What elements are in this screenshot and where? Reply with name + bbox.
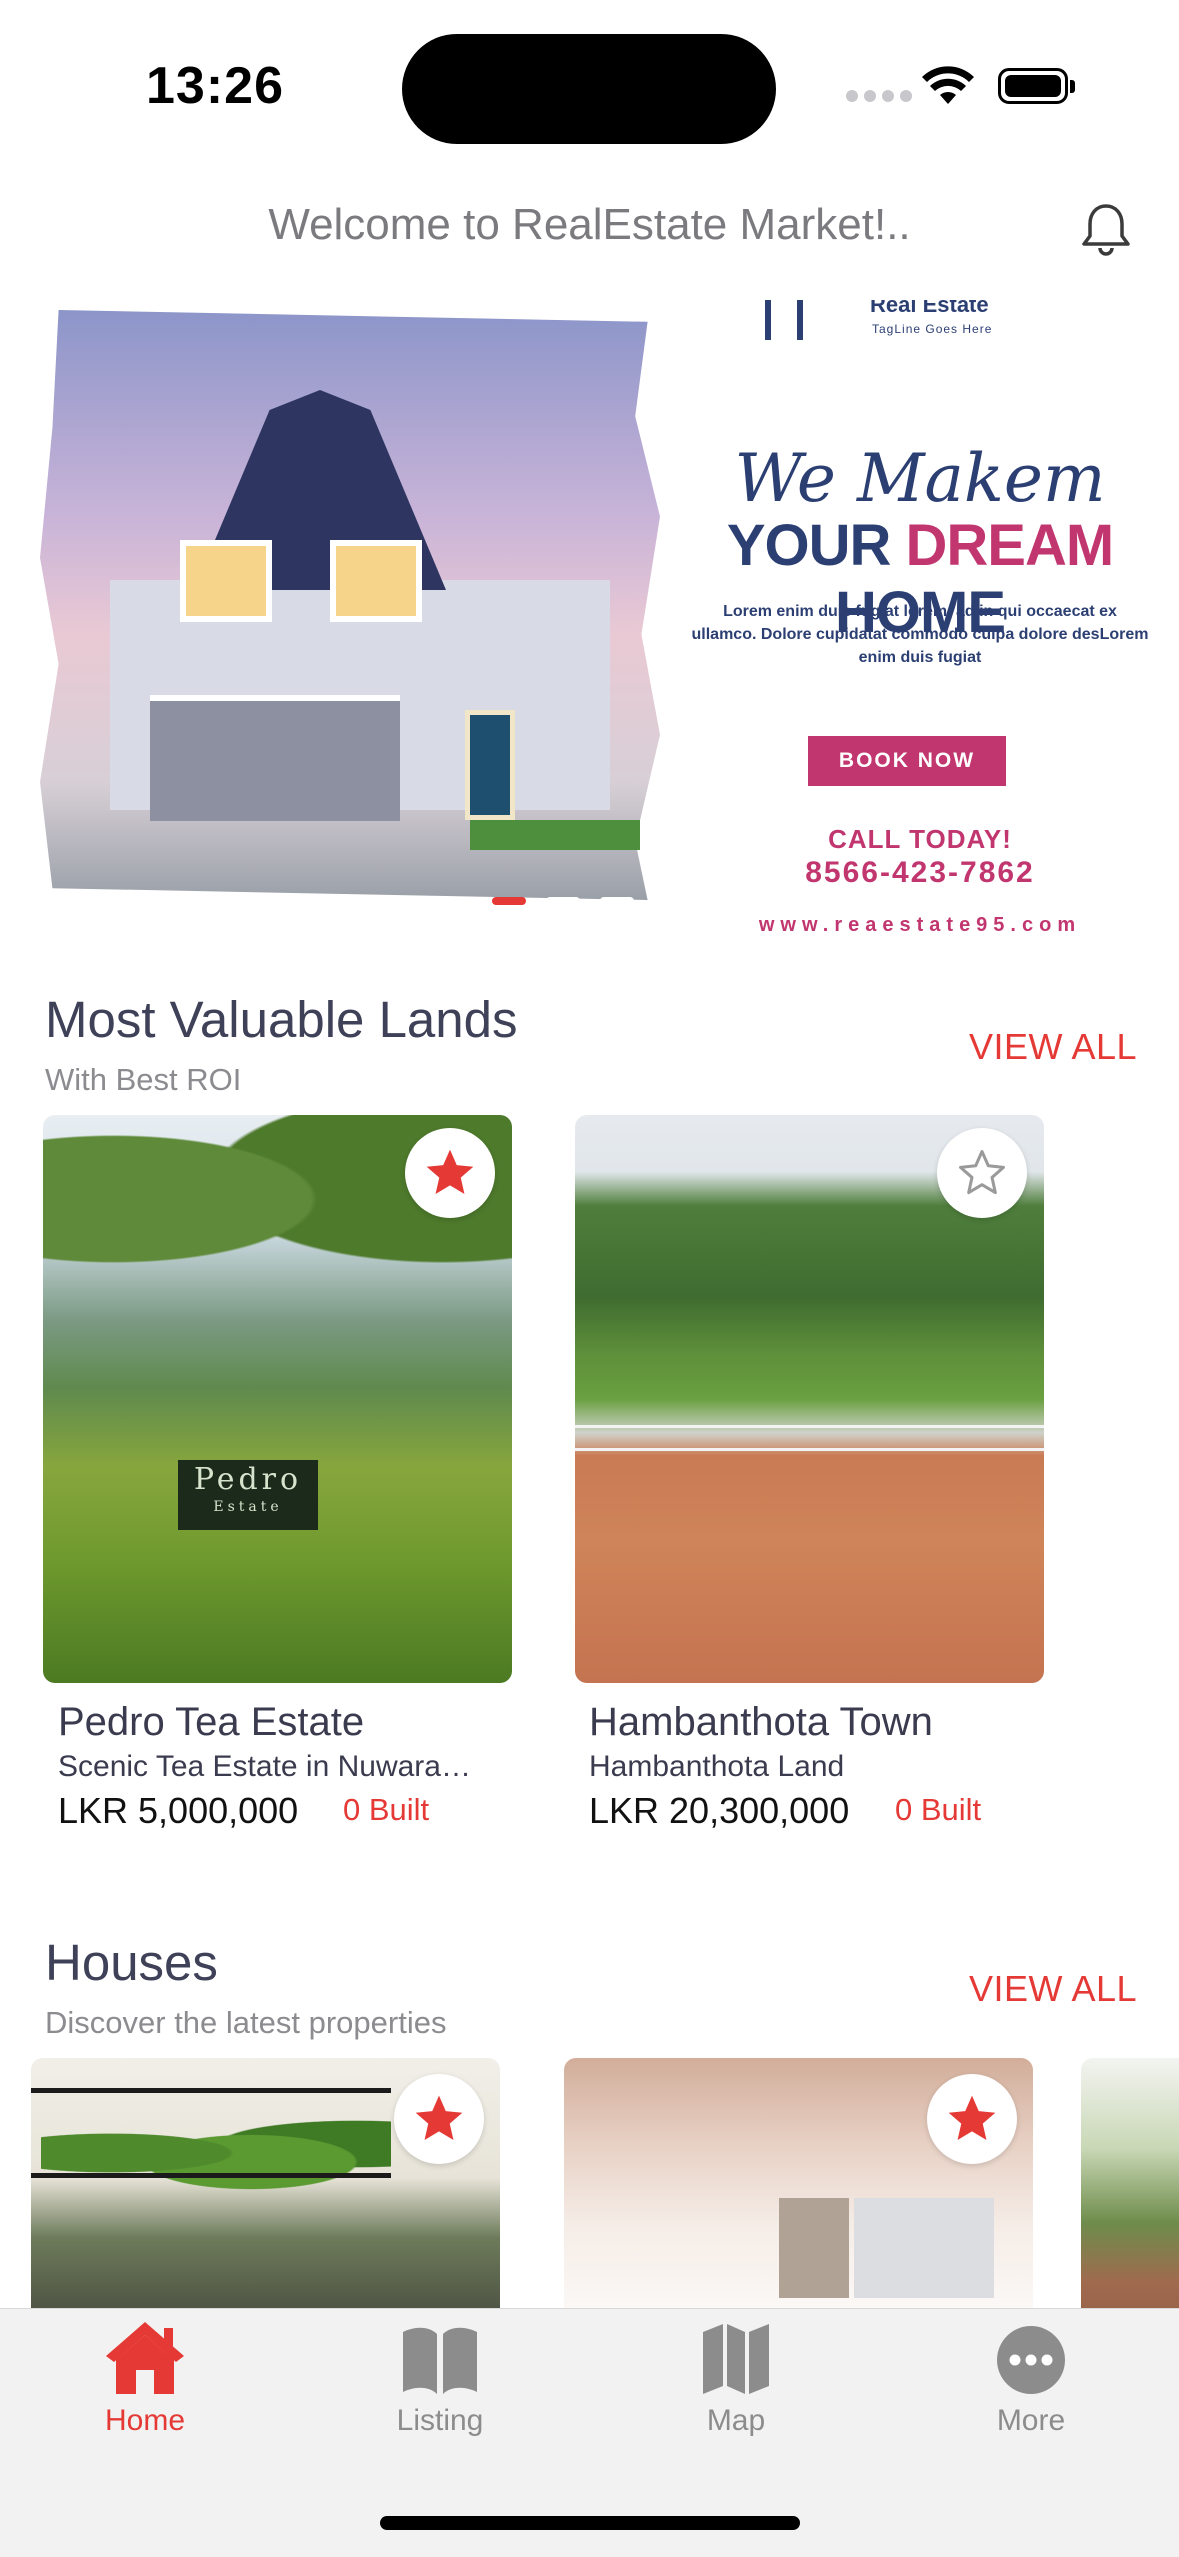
- wifi-icon: [920, 66, 976, 111]
- estate-sign-text: Pedro: [193, 1462, 303, 1497]
- house-window: [180, 540, 272, 622]
- tab-label: Listing: [396, 2404, 484, 2437]
- land-card-image[interactable]: Pedro Estate: [43, 1115, 512, 1683]
- banner-script-text: We Makem: [734, 440, 1106, 517]
- welcome-title: Welcome to RealEstate Market!..: [268, 200, 911, 249]
- houses-section-subtitle: Discover the latest properties: [45, 2005, 447, 2040]
- banner-logo-icon: [765, 300, 803, 340]
- tab-listing[interactable]: Listing: [340, 2318, 540, 2438]
- house-balcony-rail: [31, 2088, 391, 2178]
- dynamic-island: [402, 34, 776, 144]
- tab-more[interactable]: More: [931, 2318, 1131, 2438]
- status-time: 13:26: [146, 57, 284, 115]
- star-filled-icon: [426, 1149, 474, 1194]
- land-card-subtitle: Scenic Tea Estate in Nuwara…: [58, 1750, 471, 1783]
- house-window: [330, 540, 422, 622]
- house-door: [465, 710, 515, 820]
- headline-your: YOUR: [726, 513, 906, 578]
- star-filled-icon: [415, 2095, 463, 2140]
- banner-phone: 8566-423-7862: [805, 856, 1035, 889]
- lands-view-all-link[interactable]: VIEW ALL: [969, 1026, 1137, 1068]
- tab-label: Map: [706, 2404, 766, 2437]
- tab-map[interactable]: Map: [636, 2318, 836, 2438]
- lands-section-title: Most Valuable Lands: [45, 991, 518, 1048]
- room-curtain: [779, 2198, 849, 2298]
- cellular-signal-icon: [846, 90, 912, 102]
- carousel-dot[interactable]: [546, 897, 580, 905]
- tab-home[interactable]: Home: [45, 2318, 245, 2438]
- headline-dream: DREAM: [905, 513, 1115, 578]
- house-garage: [150, 695, 400, 821]
- map-icon: [703, 2324, 769, 2394]
- carousel-dot[interactable]: [600, 897, 634, 905]
- banner-logo-text: Real Estate: [870, 300, 989, 317]
- tab-label: Home: [104, 2404, 186, 2437]
- land-card-subtitle: Hambanthota Land: [589, 1750, 845, 1783]
- notification-bell-icon[interactable]: [1076, 200, 1136, 265]
- banner-call-today: CALL TODAY!: [828, 824, 1012, 854]
- houses-view-all-link[interactable]: VIEW ALL: [969, 1968, 1137, 2010]
- land-card-title[interactable]: Pedro Tea Estate: [58, 1700, 364, 1745]
- banner-tagline: TagLine Goes Here: [872, 322, 993, 336]
- favorite-star-button[interactable]: [405, 1128, 495, 1218]
- carousel-pagination[interactable]: [492, 897, 634, 905]
- book-icon: [403, 2327, 477, 2394]
- land-card-price: LKR 5,000,000: [58, 1790, 299, 1831]
- land-card-built-count: 0 Built: [343, 1792, 430, 1827]
- home-indicator[interactable]: [380, 2516, 800, 2530]
- land-card-price: LKR 20,300,000: [589, 1790, 850, 1831]
- more-icon: [997, 2326, 1065, 2394]
- room-window: [854, 2198, 994, 2298]
- land-fence: [575, 1425, 1044, 1451]
- house-lawn: [470, 820, 640, 850]
- land-card-title[interactable]: Hambanthota Town: [589, 1700, 933, 1745]
- land-card-built-count: 0 Built: [895, 1792, 982, 1827]
- star-outline-icon: [959, 1150, 1005, 1195]
- star-filled-icon: [948, 2095, 996, 2140]
- promo-banner-carousel[interactable]: Real Estate TagLine Goes Here We Makem Y…: [0, 300, 1179, 950]
- houses-section-title: Houses: [45, 1934, 218, 1991]
- tab-label: More: [996, 2404, 1066, 2437]
- estate-sign-subtext: Estate: [213, 1499, 283, 1515]
- land-card-image[interactable]: [575, 1115, 1044, 1683]
- carousel-dot[interactable]: [492, 897, 526, 905]
- favorite-star-button[interactable]: [927, 2074, 1017, 2164]
- favorite-star-button[interactable]: [937, 1128, 1027, 1218]
- banner-body-text: Lorem enim duis fugiat lorem, ad in qui …: [691, 603, 1149, 666]
- banner-website: www.reaestate95.com: [758, 914, 1082, 936]
- book-now-button[interactable]: BOOK NOW: [808, 736, 1006, 786]
- estate-sign: Pedro Estate: [178, 1460, 318, 1530]
- favorite-star-button[interactable]: [394, 2074, 484, 2164]
- lands-section-subtitle: With Best ROI: [45, 1062, 242, 1097]
- battery-icon: [998, 68, 1075, 104]
- home-icon: [106, 2322, 184, 2394]
